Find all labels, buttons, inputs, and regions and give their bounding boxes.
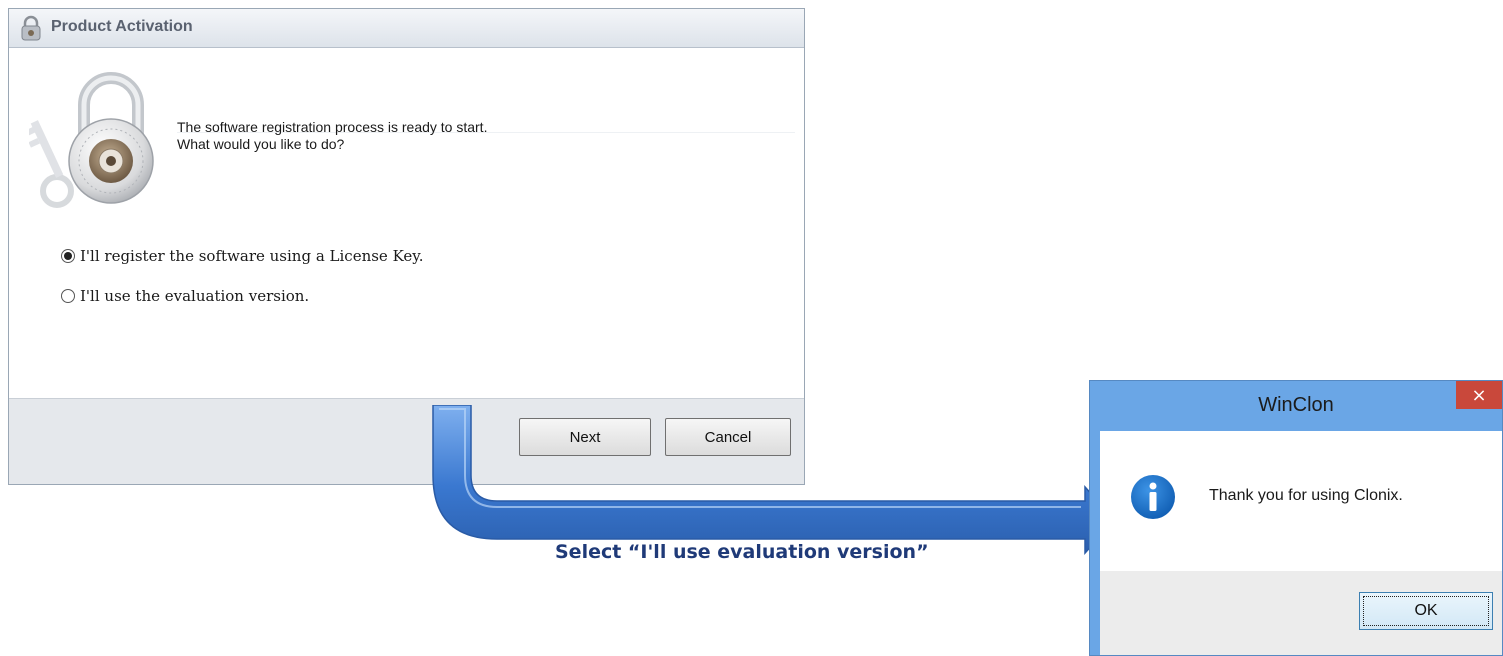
ok-button[interactable]: OK (1359, 592, 1493, 630)
annotation-caption: Select “I'll use evaluation version” (555, 541, 929, 563)
dialog-title: WinClon (1258, 394, 1334, 416)
radio-option-license-key[interactable]: I'll register the software using a Licen… (61, 247, 424, 265)
message-line-1: The software registration process is rea… (177, 119, 488, 135)
radio-label: I'll register the software using a Licen… (80, 247, 424, 265)
message-line-2: What would you like to do? (177, 136, 345, 152)
dialog-title-bar[interactable]: WinClon × (1090, 381, 1502, 431)
registration-message: The software registration process is rea… (177, 119, 487, 153)
lock-and-key-icon (29, 72, 154, 208)
radio-button-unselected[interactable] (61, 289, 75, 303)
padlock-icon (21, 15, 41, 41)
dialog-message: Thank you for using Clonix. (1209, 487, 1403, 504)
info-icon (1131, 475, 1175, 519)
radio-button-selected[interactable] (61, 249, 75, 263)
focus-rectangle (1363, 596, 1489, 626)
dialog-button-bar: OK (1100, 571, 1502, 655)
dialog-body: Thank you for using Clonix. (1100, 431, 1502, 571)
title-bar[interactable]: Product Activation (9, 9, 804, 48)
close-icon: × (1471, 384, 1487, 406)
radio-option-evaluation[interactable]: I'll use the evaluation version. (61, 287, 309, 305)
radio-label: I'll use the evaluation version. (80, 287, 310, 305)
window-title: Product Activation (51, 18, 193, 35)
close-button[interactable]: × (1456, 381, 1502, 409)
winclon-dialog: WinClon × Thank you for using Clonix. OK (1089, 380, 1503, 656)
